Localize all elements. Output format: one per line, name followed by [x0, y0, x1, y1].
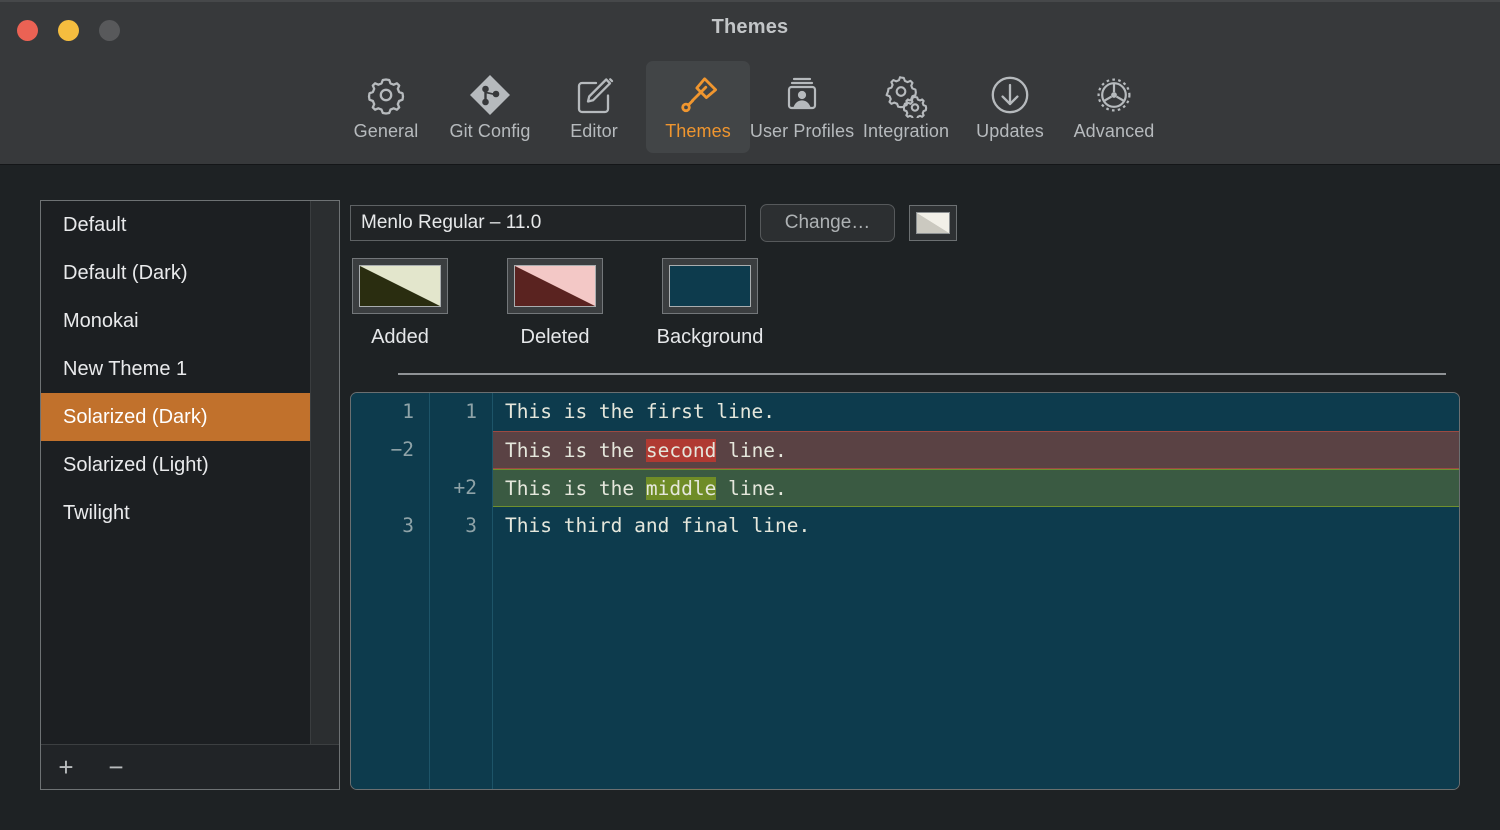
git-diamond-icon [467, 72, 513, 118]
theme-item-default-dark[interactable]: Default (Dark) [41, 249, 310, 297]
background-color-well[interactable] [662, 258, 758, 314]
pencil-square-icon [572, 72, 616, 118]
download-circle-icon [988, 72, 1032, 118]
section-divider [398, 373, 1446, 375]
added-label: Added [371, 326, 429, 349]
diff-line-text: This is the second line. [493, 431, 1459, 469]
tab-git-config[interactable]: Git Config [438, 61, 542, 153]
theme-item-new-theme-1[interactable]: New Theme 1 [41, 345, 310, 393]
font-field[interactable]: Menlo Regular – 11.0 [350, 205, 746, 241]
added-color-swatch [359, 265, 441, 307]
diff-empty-area [351, 545, 1459, 789]
diff-gutter-old-line-number [351, 469, 429, 507]
theme-list-panel: Default Default (Dark) Monokai New Theme… [40, 200, 340, 790]
diff-line-text: This third and final line. [493, 507, 1459, 545]
theme-list-footer: + − [41, 744, 339, 789]
diff-row: 11 This is the first line. [351, 393, 1459, 431]
diff-text-segment: This is the first line. [505, 400, 775, 423]
diff-row: 33 This third and final line. [351, 507, 1459, 545]
add-theme-button[interactable]: + [41, 754, 91, 780]
diff-text-segment: This is the [505, 439, 646, 462]
diff-gutter-new-line-number: 3 [429, 507, 493, 545]
tab-updates[interactable]: Updates [958, 61, 1062, 153]
diff-filler-gutter-old [351, 545, 429, 789]
diff-rows: 11 This is the first line. −2 This is the s… [351, 393, 1459, 545]
diff-gutter-old-line-number: 3 [351, 507, 429, 545]
diff-line-text: This is the middle line. [493, 469, 1459, 507]
preferences-toolbar: General Git Config [0, 55, 1500, 165]
tab-editor[interactable]: Editor [542, 61, 646, 153]
theme-item-monokai[interactable]: Monokai [41, 297, 310, 345]
diff-text-segment: This is the [505, 477, 646, 500]
preferences-window: Themes General [0, 0, 1500, 830]
tab-general-label: General [354, 121, 419, 142]
theme-item-solarized-light[interactable]: Solarized (Light) [41, 441, 310, 489]
user-card-icon [779, 72, 825, 118]
diff-filler-gutter-new [429, 545, 493, 789]
remove-theme-button[interactable]: − [91, 754, 141, 780]
word-highlight-added: middle [646, 477, 716, 500]
tab-git-config-label: Git Config [449, 121, 530, 142]
diff-gutter-new-line-number: +2 [429, 469, 493, 507]
swatch-background: Background [660, 258, 760, 349]
paintbrush-icon [675, 72, 721, 118]
tab-updates-label: Updates [976, 121, 1044, 142]
word-highlight-deleted: second [646, 439, 716, 462]
text-color-well[interactable] [909, 205, 957, 241]
theme-editor-pane: Menlo Regular – 11.0 Change… Added Delet… [350, 200, 1460, 790]
tab-themes[interactable]: Themes [646, 61, 750, 153]
diff-text-segment: line. [716, 439, 786, 462]
theme-item-twilight[interactable]: Twilight [41, 489, 310, 537]
tab-advanced-label: Advanced [1074, 121, 1155, 142]
tab-themes-label: Themes [665, 121, 731, 142]
tab-user-profiles-label: User Profiles [750, 121, 854, 142]
tab-general[interactable]: General [334, 61, 438, 153]
title-bar: Themes [0, 0, 1500, 55]
diff-gutter-new-line-number [429, 431, 493, 469]
gear-icon [364, 72, 408, 118]
diff-gutter-old-line-number: −2 [351, 431, 429, 469]
tab-advanced[interactable]: Advanced [1062, 61, 1166, 153]
swatch-deleted: Deleted [505, 258, 605, 349]
diff-filler-code [493, 545, 1459, 789]
diff-text-segment: This third and final line. [505, 514, 810, 537]
tab-user-profiles[interactable]: User Profiles [750, 61, 854, 153]
theme-item-solarized-dark[interactable]: Solarized (Dark) [41, 393, 310, 441]
cog-wheel-icon [1091, 72, 1137, 118]
font-row: Menlo Regular – 11.0 Change… [350, 204, 957, 242]
swatch-added: Added [350, 258, 450, 349]
theme-item-default[interactable]: Default [41, 201, 310, 249]
text-color-swatch [916, 212, 950, 234]
tab-editor-label: Editor [570, 121, 618, 142]
added-color-well[interactable] [352, 258, 448, 314]
change-font-button[interactable]: Change… [760, 204, 895, 242]
diff-line-text: This is the first line. [493, 393, 1459, 431]
background-label: Background [657, 326, 764, 349]
diff-gutter-new-line-number: 1 [429, 393, 493, 431]
diff-preview: 11 This is the first line. −2 This is the s… [350, 392, 1460, 790]
theme-list-scrollbar[interactable] [310, 201, 339, 744]
background-color-swatch [669, 265, 751, 307]
double-gear-icon [883, 72, 929, 118]
diff-gutter-old-line-number: 1 [351, 393, 429, 431]
tab-integration-label: Integration [863, 121, 949, 142]
color-swatch-row: Added Deleted Background [350, 258, 760, 349]
deleted-color-well[interactable] [507, 258, 603, 314]
diff-text-segment: line. [716, 477, 786, 500]
theme-list-scroll-area: Default Default (Dark) Monokai New Theme… [41, 201, 339, 744]
deleted-label: Deleted [521, 326, 590, 349]
deleted-color-swatch [514, 265, 596, 307]
theme-list: Default Default (Dark) Monokai New Theme… [41, 201, 310, 537]
diff-row: −2 This is the second line. [351, 431, 1459, 469]
tab-integration[interactable]: Integration [854, 61, 958, 153]
diff-row: +2This is the middle line. [351, 469, 1459, 507]
window-title: Themes [0, 16, 1500, 39]
